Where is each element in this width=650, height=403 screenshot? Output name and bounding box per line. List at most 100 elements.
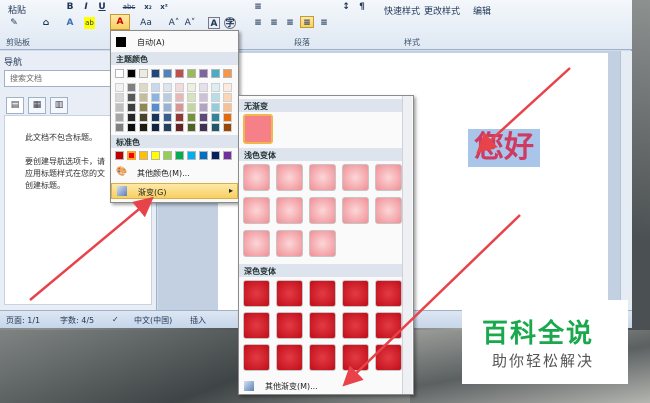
justify-icon[interactable]: ≡ [300, 16, 314, 28]
theme-shade-swatch[interactable] [187, 123, 196, 132]
edit-button[interactable]: 编辑 [473, 4, 491, 17]
theme-color-swatch[interactable] [163, 69, 172, 78]
theme-shade-swatch[interactable] [115, 83, 124, 92]
theme-shade-swatch[interactable] [223, 113, 232, 122]
enclose-char-icon[interactable]: 字 [224, 17, 236, 29]
light-gradient-tile[interactable] [309, 164, 336, 191]
italic-button[interactable]: I [80, 1, 92, 13]
theme-shade-swatch[interactable] [151, 113, 160, 122]
theme-shade-swatch[interactable] [163, 113, 172, 122]
light-gradient-tile[interactable] [375, 197, 402, 224]
theme-shade-swatch[interactable] [127, 113, 136, 122]
theme-shade-swatch[interactable] [175, 113, 184, 122]
light-gradient-tile[interactable] [243, 230, 270, 257]
theme-shade-swatch[interactable] [115, 103, 124, 112]
status-page[interactable]: 页面: 1/1 [6, 315, 40, 326]
align-icon[interactable]: ≡ [252, 1, 264, 13]
theme-shade-swatch[interactable] [151, 83, 160, 92]
align-left-icon[interactable]: ≡ [252, 17, 264, 29]
brush-icon[interactable]: ⌂ [40, 17, 52, 29]
theme-shade-swatch[interactable] [175, 93, 184, 102]
standard-color-swatch[interactable] [115, 151, 124, 160]
distribute-icon[interactable]: ≡ [318, 17, 330, 29]
dark-gradient-tile[interactable] [276, 280, 303, 307]
light-gradient-tile[interactable] [276, 164, 303, 191]
theme-shade-swatch[interactable] [115, 123, 124, 132]
theme-shade-swatch[interactable] [127, 123, 136, 132]
theme-shade-swatch[interactable] [175, 83, 184, 92]
dark-gradient-tile[interactable] [309, 312, 336, 339]
theme-shade-swatch[interactable] [115, 93, 124, 102]
status-language[interactable]: 中文(中国) [134, 315, 172, 326]
standard-color-swatch[interactable] [163, 151, 172, 160]
theme-color-swatch[interactable] [151, 69, 160, 78]
align-right-icon[interactable]: ≡ [284, 17, 296, 29]
theme-shade-swatch[interactable] [211, 83, 220, 92]
dark-gradient-tile[interactable] [342, 280, 369, 307]
theme-shade-swatch[interactable] [223, 123, 232, 132]
theme-shade-swatch[interactable] [139, 93, 148, 102]
dark-gradient-tile[interactable] [243, 312, 270, 339]
theme-color-swatch[interactable] [115, 69, 124, 78]
theme-shade-swatch[interactable] [139, 123, 148, 132]
theme-shade-swatch[interactable] [139, 83, 148, 92]
theme-shade-swatch[interactable] [211, 103, 220, 112]
theme-shade-swatch[interactable] [163, 103, 172, 112]
text-effects-icon[interactable]: A [64, 17, 76, 29]
dark-gradient-tile[interactable] [243, 280, 270, 307]
light-gradient-tile[interactable] [309, 230, 336, 257]
tab-results[interactable]: ▥ [50, 97, 68, 114]
spell-check-icon[interactable]: ✓ [112, 315, 119, 324]
theme-shade-swatch[interactable] [115, 113, 124, 122]
theme-shade-swatch[interactable] [199, 103, 208, 112]
show-marks-icon[interactable]: ¶ [356, 1, 368, 13]
align-center-icon[interactable]: ≡ [268, 17, 280, 29]
theme-shade-swatch[interactable] [163, 93, 172, 102]
superscript-button[interactable]: x² [158, 1, 170, 13]
theme-shade-swatch[interactable] [139, 103, 148, 112]
theme-shade-swatch[interactable] [175, 123, 184, 132]
standard-color-swatch[interactable] [199, 151, 208, 160]
font-color-button[interactable]: A [110, 14, 130, 30]
theme-color-swatch[interactable] [223, 69, 232, 78]
strikethrough-button[interactable]: abc [121, 1, 137, 13]
gradient-item[interactable]: 渐变(G) ▸ [111, 183, 238, 199]
theme-shade-swatch[interactable] [223, 103, 232, 112]
dark-gradient-tile[interactable] [342, 312, 369, 339]
standard-color-swatch[interactable] [175, 151, 184, 160]
theme-color-swatch[interactable] [127, 69, 136, 78]
standard-color-swatch[interactable] [139, 151, 148, 160]
standard-color-swatch[interactable] [151, 151, 160, 160]
dark-gradient-tile[interactable] [375, 312, 402, 339]
theme-color-swatch[interactable] [175, 69, 184, 78]
dark-gradient-tile[interactable] [276, 312, 303, 339]
theme-shade-swatch[interactable] [199, 83, 208, 92]
theme-shade-swatch[interactable] [163, 123, 172, 132]
theme-shade-swatch[interactable] [151, 93, 160, 102]
theme-shade-swatch[interactable] [211, 113, 220, 122]
theme-color-swatch[interactable] [211, 69, 220, 78]
standard-color-swatch[interactable] [127, 151, 136, 160]
gradient-scrollbar[interactable] [402, 96, 412, 394]
theme-shade-swatch[interactable] [139, 113, 148, 122]
theme-color-swatch[interactable] [187, 69, 196, 78]
theme-shade-swatch[interactable] [187, 83, 196, 92]
light-gradient-tile[interactable] [309, 197, 336, 224]
quick-styles-button[interactable]: 快速样式 [384, 4, 420, 17]
theme-shade-swatch[interactable] [211, 93, 220, 102]
theme-color-swatch[interactable] [199, 69, 208, 78]
theme-shade-swatch[interactable] [187, 93, 196, 102]
underline-button[interactable]: U [96, 1, 108, 13]
status-words[interactable]: 字数: 4/5 [60, 315, 94, 326]
char-border-icon[interactable]: A [208, 17, 220, 29]
theme-shade-swatch[interactable] [199, 113, 208, 122]
paste-button[interactable]: 粘贴 [8, 3, 26, 16]
light-gradient-tile[interactable] [243, 164, 270, 191]
highlight-icon[interactable]: ab [84, 17, 95, 29]
light-gradient-tile[interactable] [342, 197, 369, 224]
theme-shade-swatch[interactable] [163, 83, 172, 92]
dark-gradient-tile[interactable] [309, 280, 336, 307]
format-painter-icon[interactable]: ✎ [8, 17, 20, 29]
tab-pages[interactable]: ▦ [28, 97, 46, 114]
tab-headings[interactable]: ▤ [6, 97, 24, 114]
